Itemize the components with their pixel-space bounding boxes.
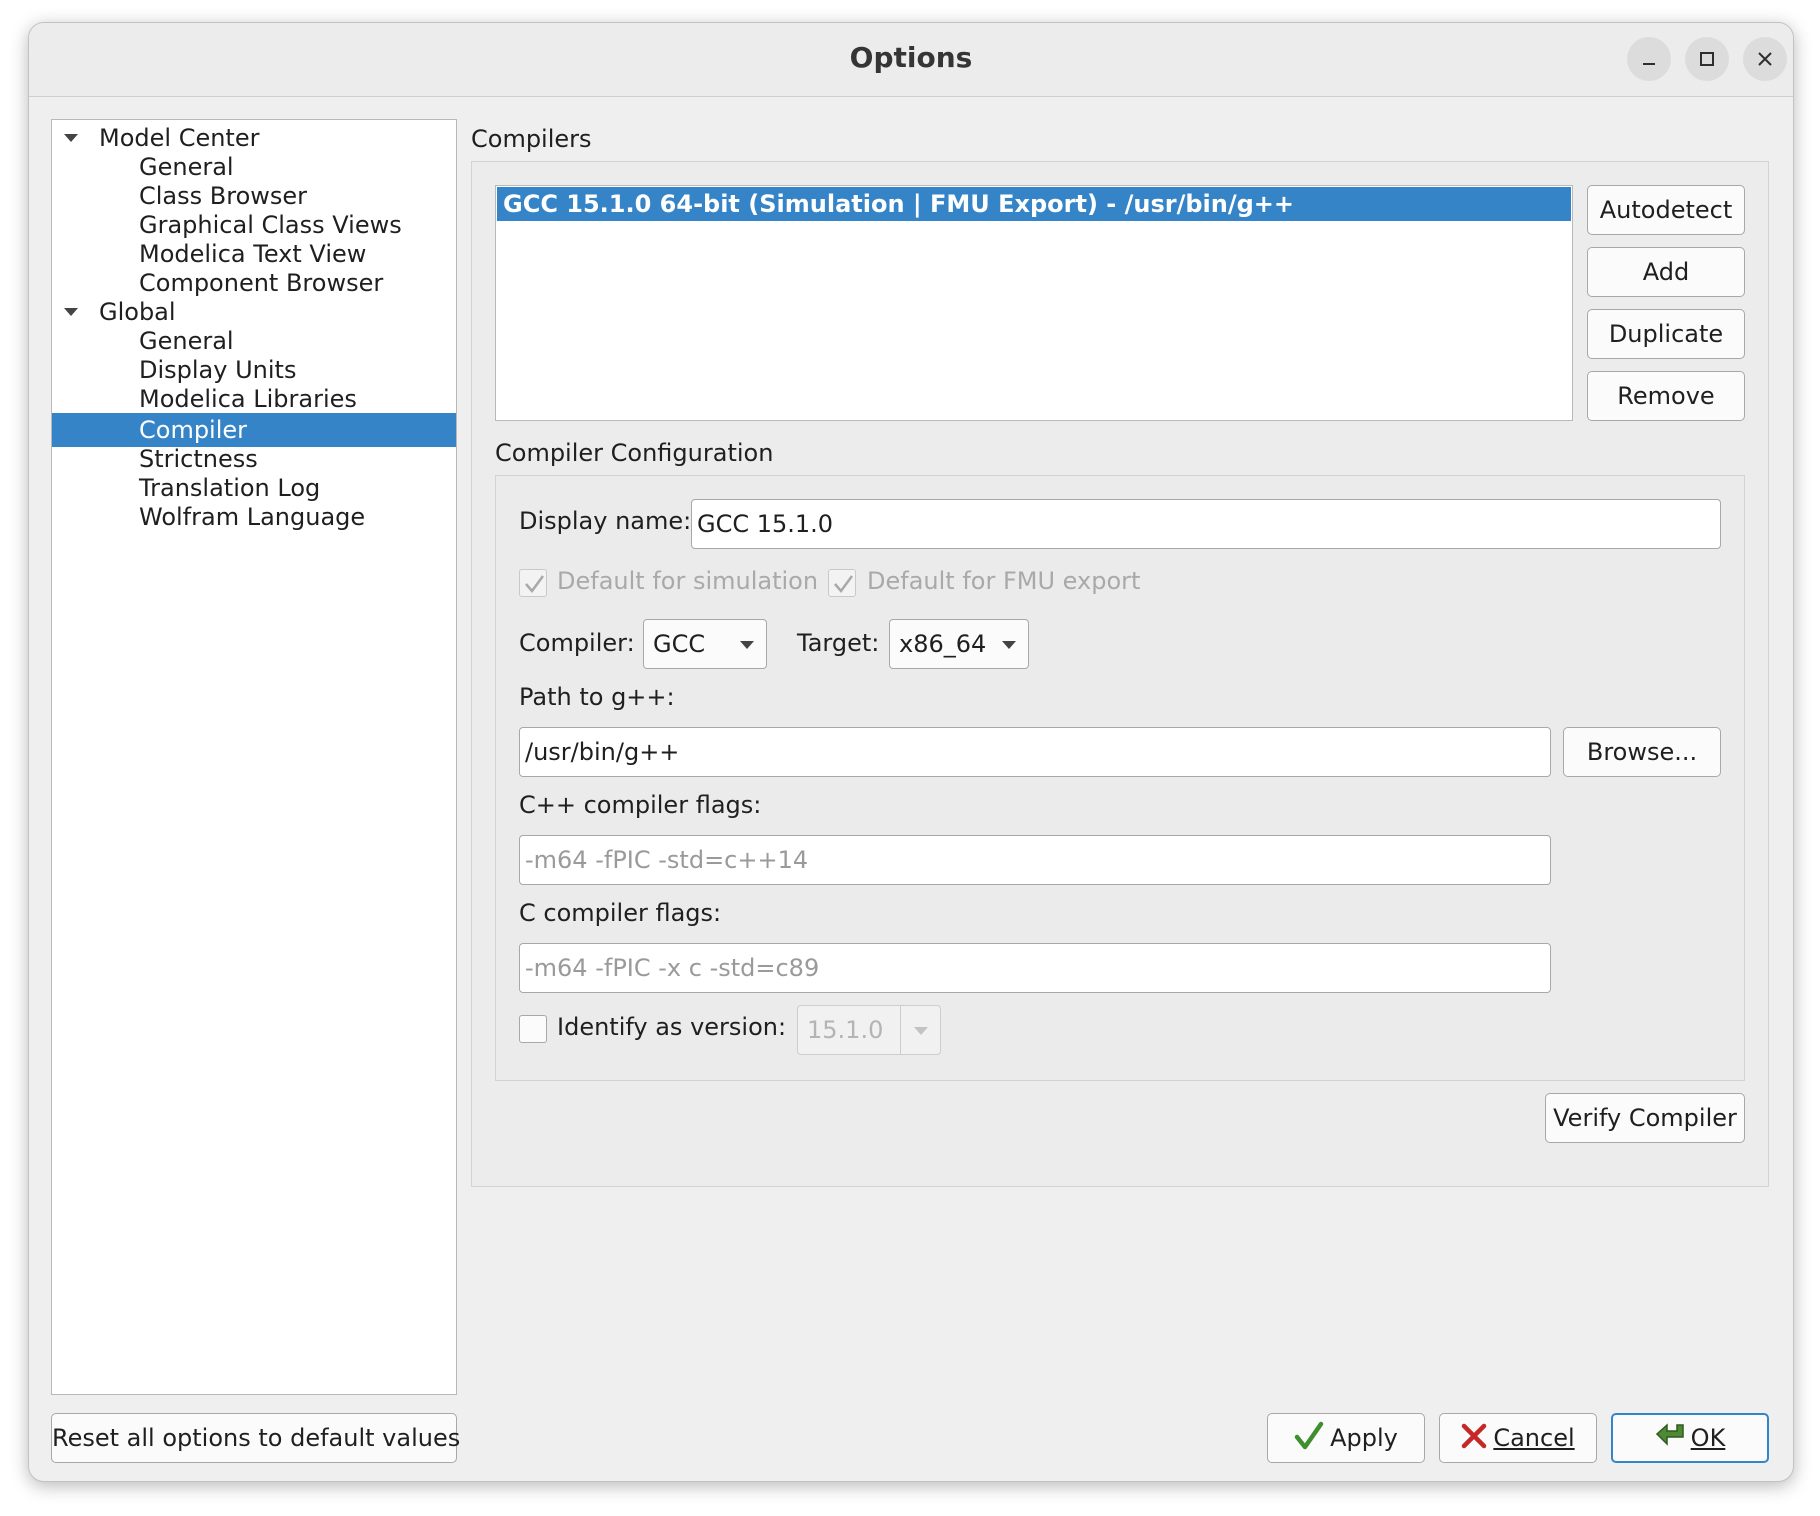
path-label: Path to g++: [519,683,675,711]
compiler-list-item[interactable]: GCC 15.1.0 64-bit (Simulation | FMU Expo… [497,187,1571,221]
checkmark-icon [525,575,545,594]
tree-item-wolfram-language[interactable]: Wolfram Language [52,500,456,534]
remove-button[interactable]: Remove [1587,371,1745,421]
duplicate-button[interactable]: Duplicate [1587,309,1745,359]
tree-item-label: Wolfram Language [139,503,366,531]
close-button[interactable] [1743,37,1787,81]
target-value: x86_64 [899,630,987,658]
identify-version-label: Identify as version: [557,1013,787,1041]
cancel-label: Cancel [1493,1424,1575,1452]
dropdown-caret-icon [1002,641,1016,649]
compiler-type-select[interactable]: GCC [643,619,767,669]
apply-button[interactable]: Apply [1267,1413,1425,1463]
default-fmu-checkbox[interactable] [828,569,856,597]
tree-item-modelica-libraries[interactable]: Modelica Libraries [52,382,456,416]
dropdown-caret-icon [914,1027,928,1035]
default-simulation-checkbox[interactable] [519,569,547,597]
default-simulation-label: Default for simulation [557,567,819,595]
compilers-list[interactable]: GCC 15.1.0 64-bit (Simulation | FMU Expo… [495,185,1573,421]
ok-button[interactable]: OK [1611,1413,1769,1463]
c-flags-input[interactable] [519,943,1551,993]
reset-defaults-button[interactable]: Reset all options to default values [51,1413,460,1463]
expand-arrow-icon[interactable] [64,133,78,143]
compiler-type-label: Compiler: [519,629,635,657]
compiler-type-value: GCC [653,630,706,658]
red-x-icon [1462,1423,1487,1449]
compilers-section-label: Compilers [471,125,592,153]
maximize-icon [1700,52,1714,66]
cancel-button[interactable]: Cancel [1439,1413,1597,1463]
identify-version-checkbox[interactable] [519,1015,547,1043]
checkmark-icon [834,575,854,594]
minimize-button[interactable] [1627,37,1671,81]
path-input[interactable] [519,727,1551,777]
options-tree[interactable]: Model Center General Class Browser Graph… [51,119,457,1395]
window-title: Options [849,41,973,74]
add-button[interactable]: Add [1587,247,1745,297]
apply-label: Apply [1330,1424,1398,1452]
close-icon [1758,52,1772,66]
target-select[interactable]: x86_64 [889,619,1029,669]
compiler-config-label: Compiler Configuration [495,439,774,467]
c-flags-label: C compiler flags: [519,899,722,927]
cpp-flags-label: C++ compiler flags: [519,791,762,819]
display-name-input[interactable] [691,499,1721,549]
default-fmu-label: Default for FMU export [867,567,1141,595]
options-dialog: Options Model Center General Class Brows… [28,22,1794,1482]
cpp-flags-input[interactable] [519,835,1551,885]
target-label: Target: [797,629,880,657]
combo-separator [900,1006,901,1054]
autodetect-button[interactable]: Autodetect [1587,185,1745,235]
minimize-icon [1643,63,1655,65]
display-name-label: Display name: [519,507,692,535]
ok-arrow-icon [1655,1423,1684,1446]
maximize-button[interactable] [1685,37,1729,81]
identify-version-select[interactable]: 15.1.0 [797,1005,941,1055]
expand-arrow-icon[interactable] [64,307,78,317]
dropdown-caret-icon [740,641,754,649]
verify-compiler-button[interactable]: Verify Compiler [1545,1093,1745,1143]
identify-version-value: 15.1.0 [807,1016,884,1044]
green-check-icon [1294,1421,1324,1450]
tree-item-label: Modelica Libraries [139,385,357,413]
title-bar: Options [29,23,1793,97]
ok-label: OK [1690,1424,1726,1452]
browse-button[interactable]: Browse... [1563,727,1721,777]
